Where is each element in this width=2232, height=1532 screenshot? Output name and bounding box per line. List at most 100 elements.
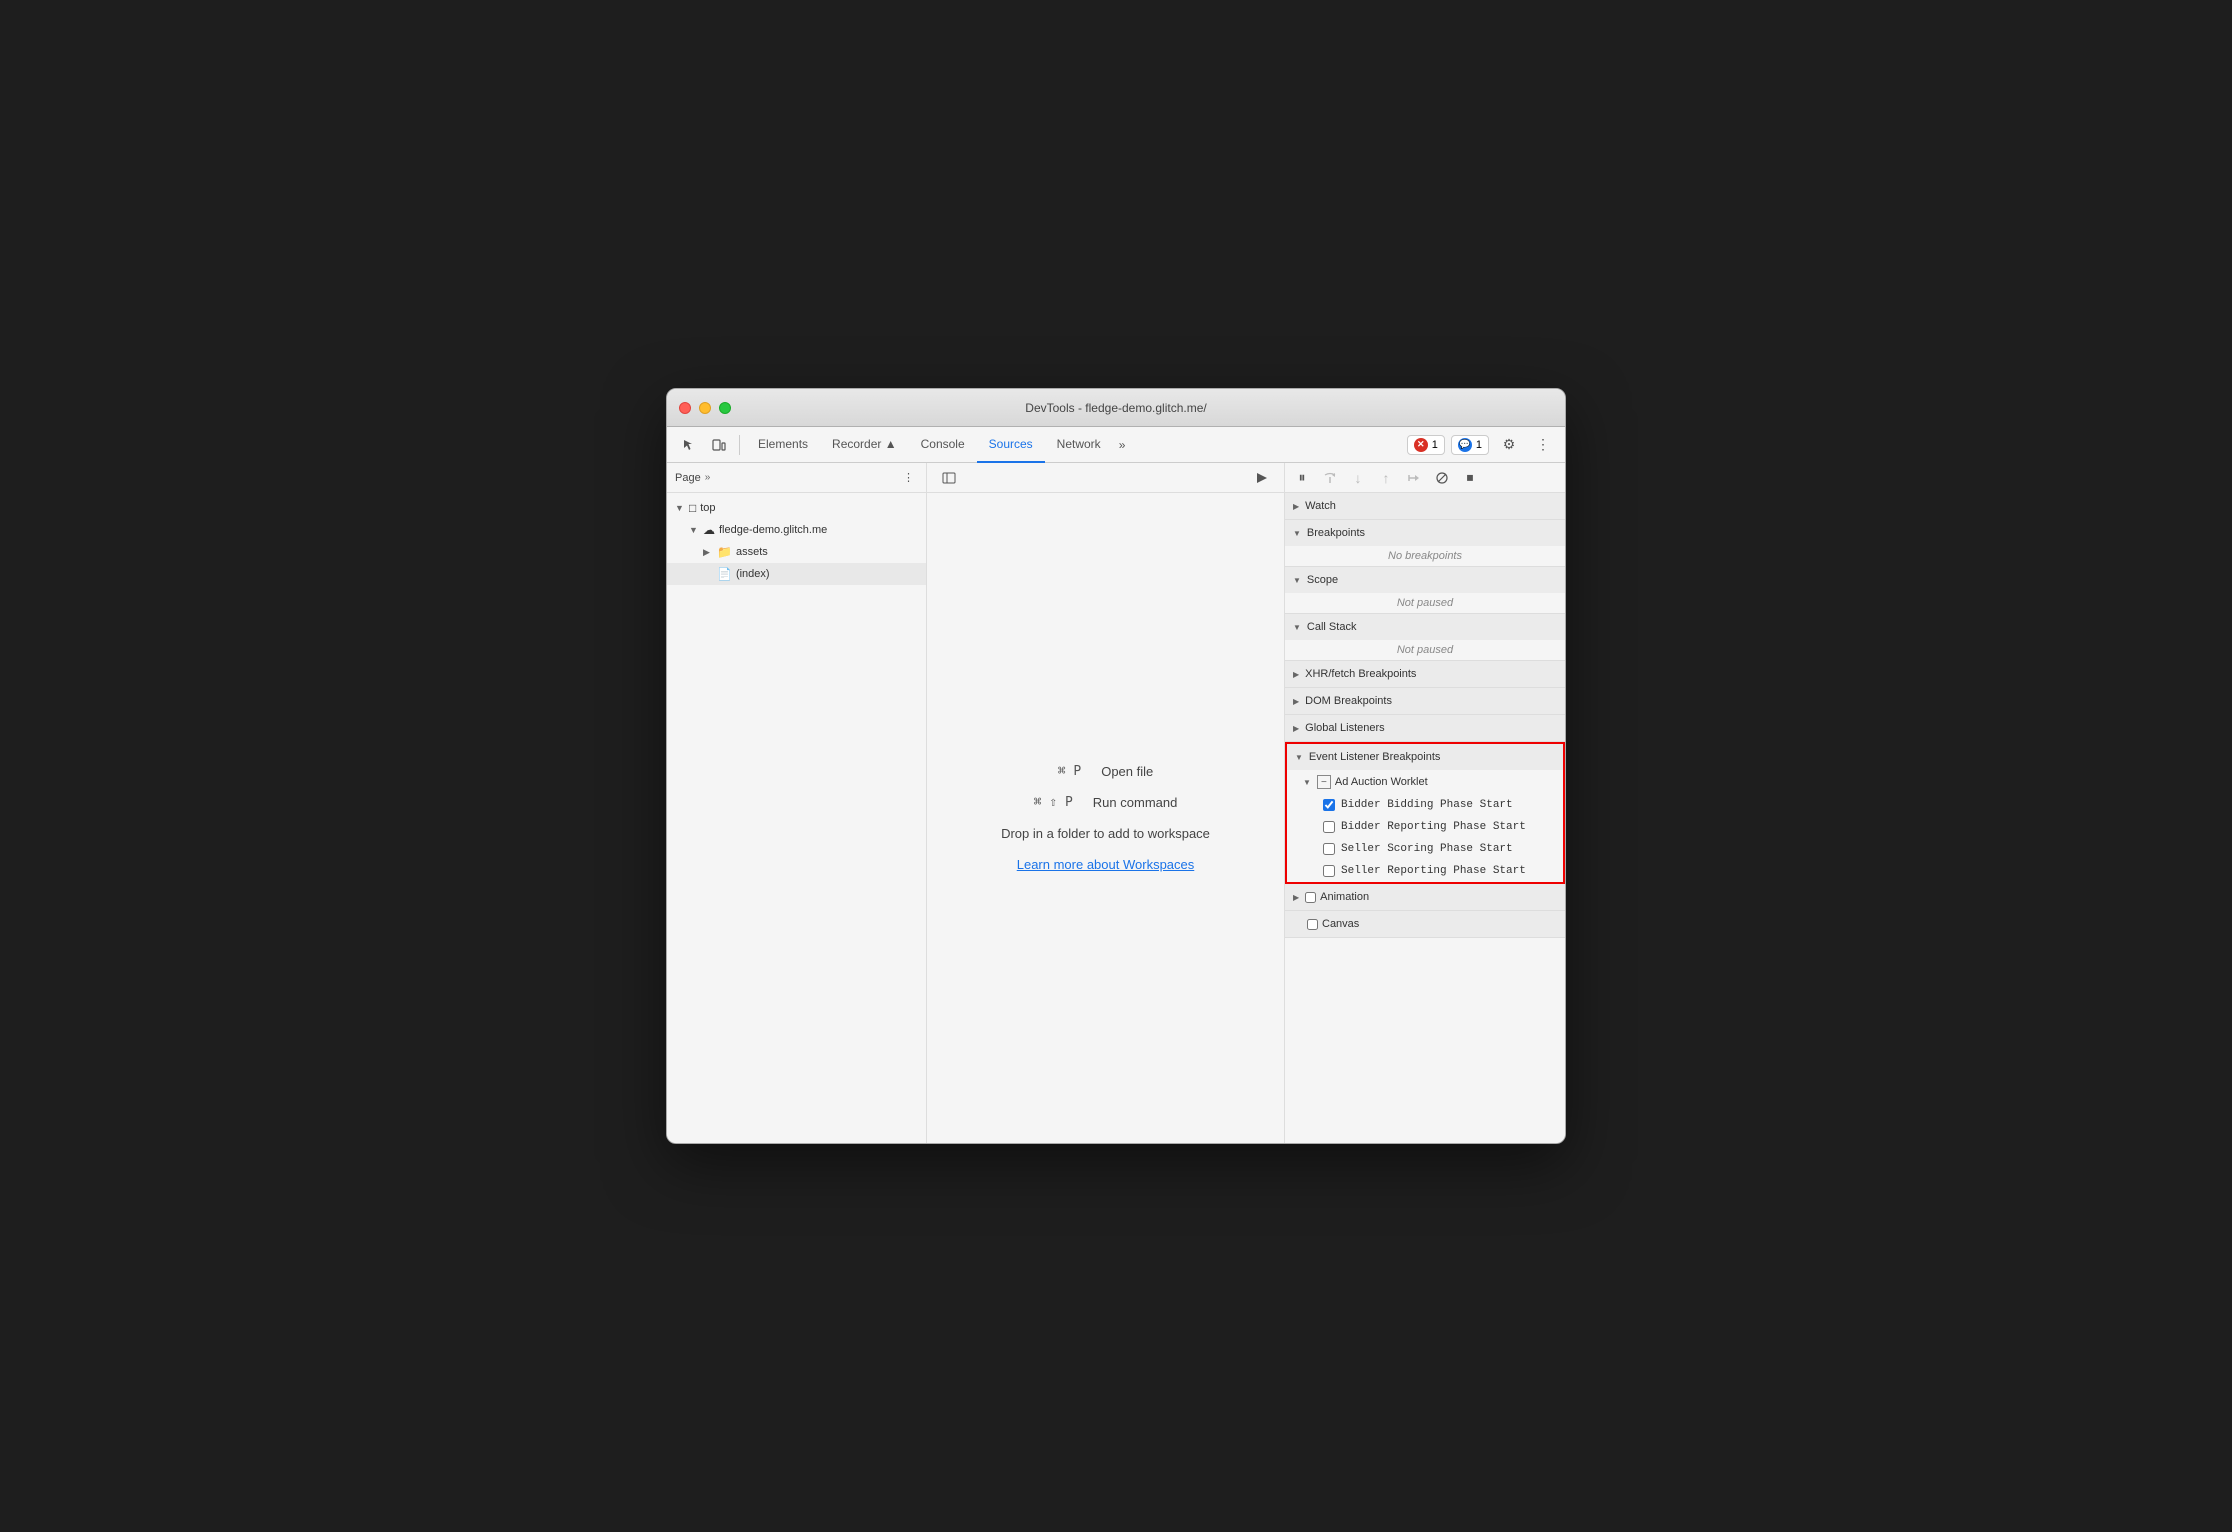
dom-header[interactable]: ▶ DOM Breakpoints	[1285, 688, 1565, 714]
canvas-checkbox[interactable]	[1307, 919, 1318, 930]
run-snippet-button[interactable]	[1248, 464, 1276, 492]
global-listeners-header[interactable]: ▶ Global Listeners	[1285, 715, 1565, 741]
title-bar: DevTools - fledge-demo.glitch.me/	[667, 389, 1565, 427]
deactivate-breakpoints-button[interactable]	[1429, 465, 1455, 491]
ad-auction-expand-icon[interactable]: −	[1317, 775, 1331, 789]
run-command-keys: ⌘ ⇧ P	[1034, 795, 1073, 810]
seller-reporting-checkbox[interactable]	[1323, 865, 1335, 877]
main-toolbar: Elements Recorder ▲ Console Sources Netw…	[667, 427, 1565, 463]
section-global-listeners: ▶ Global Listeners	[1285, 715, 1565, 742]
top-arrow: ▼	[675, 503, 689, 513]
more-tabs-button[interactable]: »	[1113, 438, 1132, 452]
canvas-label: Canvas	[1322, 918, 1359, 930]
middle-content: ⌘ P Open file ⌘ ⇧ P Run command Drop in …	[927, 493, 1284, 1143]
open-file-label: Open file	[1101, 764, 1153, 779]
tab-navigation: Elements Recorder ▲ Console Sources Netw…	[746, 427, 1405, 463]
scope-label: Scope	[1307, 574, 1338, 586]
bidder-bidding-checkbox[interactable]	[1323, 799, 1335, 811]
checkbox-bidder-bidding: Bidder Bidding Phase Start	[1287, 794, 1563, 816]
seller-scoring-checkbox[interactable]	[1323, 843, 1335, 855]
scope-header[interactable]: ▼ Scope	[1285, 567, 1565, 593]
pause-on-exception-button[interactable]: ⏹	[1457, 465, 1483, 491]
animation-label: Animation	[1320, 891, 1369, 903]
watch-header[interactable]: ▶ Watch	[1285, 493, 1565, 519]
step-over-button[interactable]	[1317, 465, 1343, 491]
tree-item-index[interactable]: 📄 (index)	[667, 563, 926, 585]
canvas-header[interactable]: Canvas	[1285, 911, 1565, 937]
call-stack-header[interactable]: ▼ Call Stack	[1285, 614, 1565, 640]
event-listener-header[interactable]: ▼ Event Listener Breakpoints	[1287, 744, 1563, 770]
section-call-stack: ▼ Call Stack Not paused	[1285, 614, 1565, 661]
toolbar-right: ✕ 1 💬 1 ⚙ ⋮	[1407, 431, 1557, 459]
section-watch: ▶ Watch	[1285, 493, 1565, 520]
global-listeners-arrow: ▶	[1293, 724, 1299, 733]
tree-item-top[interactable]: ▼ □ top	[667, 497, 926, 519]
top-folder-icon: □	[689, 501, 696, 515]
scope-arrow: ▼	[1293, 576, 1301, 585]
ad-auction-subsection: ▼ − Ad Auction Worklet Bidder Bidding Ph…	[1287, 770, 1563, 882]
call-stack-label: Call Stack	[1307, 621, 1357, 633]
seller-reporting-label: Seller Reporting Phase Start	[1341, 865, 1526, 877]
checkbox-bidder-reporting: Bidder Reporting Phase Start	[1287, 816, 1563, 838]
step-into-button[interactable]: ↓	[1345, 465, 1371, 491]
middle-panel: ⌘ P Open file ⌘ ⇧ P Run command Drop in …	[927, 463, 1285, 1143]
info-badge-count: 1	[1476, 439, 1482, 451]
workspace-link[interactable]: Learn more about Workspaces	[1017, 857, 1195, 872]
panel-menu-button[interactable]: ⋮	[899, 469, 918, 486]
traffic-lights	[679, 402, 731, 414]
pause-button[interactable]: ⏸	[1289, 465, 1315, 491]
open-file-keys: ⌘ P	[1058, 764, 1081, 779]
error-badge-icon: ✕	[1414, 438, 1428, 452]
more-options-button[interactable]: ⋮	[1529, 431, 1557, 459]
section-scope: ▼ Scope Not paused	[1285, 567, 1565, 614]
tab-network[interactable]: Network	[1045, 427, 1113, 463]
tab-sources[interactable]: Sources	[977, 427, 1045, 463]
checkbox-seller-scoring: Seller Scoring Phase Start	[1287, 838, 1563, 860]
breakpoints-content: No breakpoints	[1285, 546, 1565, 566]
section-animation: ▶ Animation	[1285, 884, 1565, 911]
error-badge-button[interactable]: ✕ 1	[1407, 435, 1445, 455]
minimize-button[interactable]	[699, 402, 711, 414]
page-label: Page	[675, 472, 701, 484]
animation-header[interactable]: ▶ Animation	[1285, 884, 1565, 910]
section-xhr-breakpoints: ▶ XHR/fetch Breakpoints	[1285, 661, 1565, 688]
close-button[interactable]	[679, 402, 691, 414]
ad-auction-label: Ad Auction Worklet	[1335, 776, 1428, 788]
section-event-listener-breakpoints: ▼ Event Listener Breakpoints ▼ − Ad Auct…	[1285, 742, 1565, 884]
tab-elements[interactable]: Elements	[746, 427, 820, 463]
settings-button[interactable]: ⚙	[1495, 431, 1523, 459]
info-badge-button[interactable]: 💬 1	[1451, 435, 1489, 455]
tab-recorder[interactable]: Recorder ▲	[820, 427, 909, 463]
breakpoints-label: Breakpoints	[1307, 527, 1365, 539]
ad-auction-header[interactable]: ▼ − Ad Auction Worklet	[1287, 770, 1563, 794]
panel-header-actions: ⋮	[899, 469, 918, 486]
bidder-reporting-checkbox[interactable]	[1323, 821, 1335, 833]
tree-item-fledge-demo[interactable]: ▼ ☁ fledge-demo.glitch.me	[667, 519, 926, 541]
file-icon: 📄	[717, 567, 732, 581]
page-more-icon[interactable]: »	[705, 472, 711, 483]
fledge-arrow: ▼	[689, 525, 703, 535]
step-out-button[interactable]: ↑	[1373, 465, 1399, 491]
tree-item-assets[interactable]: ▶ 📁 assets	[667, 541, 926, 563]
fledge-label: fledge-demo.glitch.me	[719, 524, 827, 536]
devtools-body: Page » ⋮ ▼ □ top ▼ ☁ fledge-demo.glitch.…	[667, 463, 1565, 1143]
drop-workspace-text: Drop in a folder to add to workspace	[1001, 826, 1210, 841]
bidder-bidding-label: Bidder Bidding Phase Start	[1341, 799, 1513, 811]
cursor-tool-button[interactable]	[675, 431, 703, 459]
animation-arrow: ▶	[1293, 893, 1299, 902]
bidder-reporting-label: Bidder Reporting Phase Start	[1341, 821, 1526, 833]
maximize-button[interactable]	[719, 402, 731, 414]
section-breakpoints: ▼ Breakpoints No breakpoints	[1285, 520, 1565, 567]
xhr-header[interactable]: ▶ XHR/fetch Breakpoints	[1285, 661, 1565, 687]
animation-checkbox[interactable]	[1305, 892, 1316, 903]
toggle-sidebar-button[interactable]	[935, 464, 963, 492]
tab-console[interactable]: Console	[909, 427, 977, 463]
breakpoints-header[interactable]: ▼ Breakpoints	[1285, 520, 1565, 546]
assets-arrow: ▶	[703, 547, 717, 558]
call-stack-arrow: ▼	[1293, 623, 1301, 632]
cloud-icon: ☁	[703, 523, 715, 537]
step-button[interactable]	[1401, 465, 1427, 491]
device-toggle-button[interactable]	[705, 431, 733, 459]
call-stack-content: Not paused	[1285, 640, 1565, 660]
event-listener-arrow: ▼	[1295, 753, 1303, 762]
